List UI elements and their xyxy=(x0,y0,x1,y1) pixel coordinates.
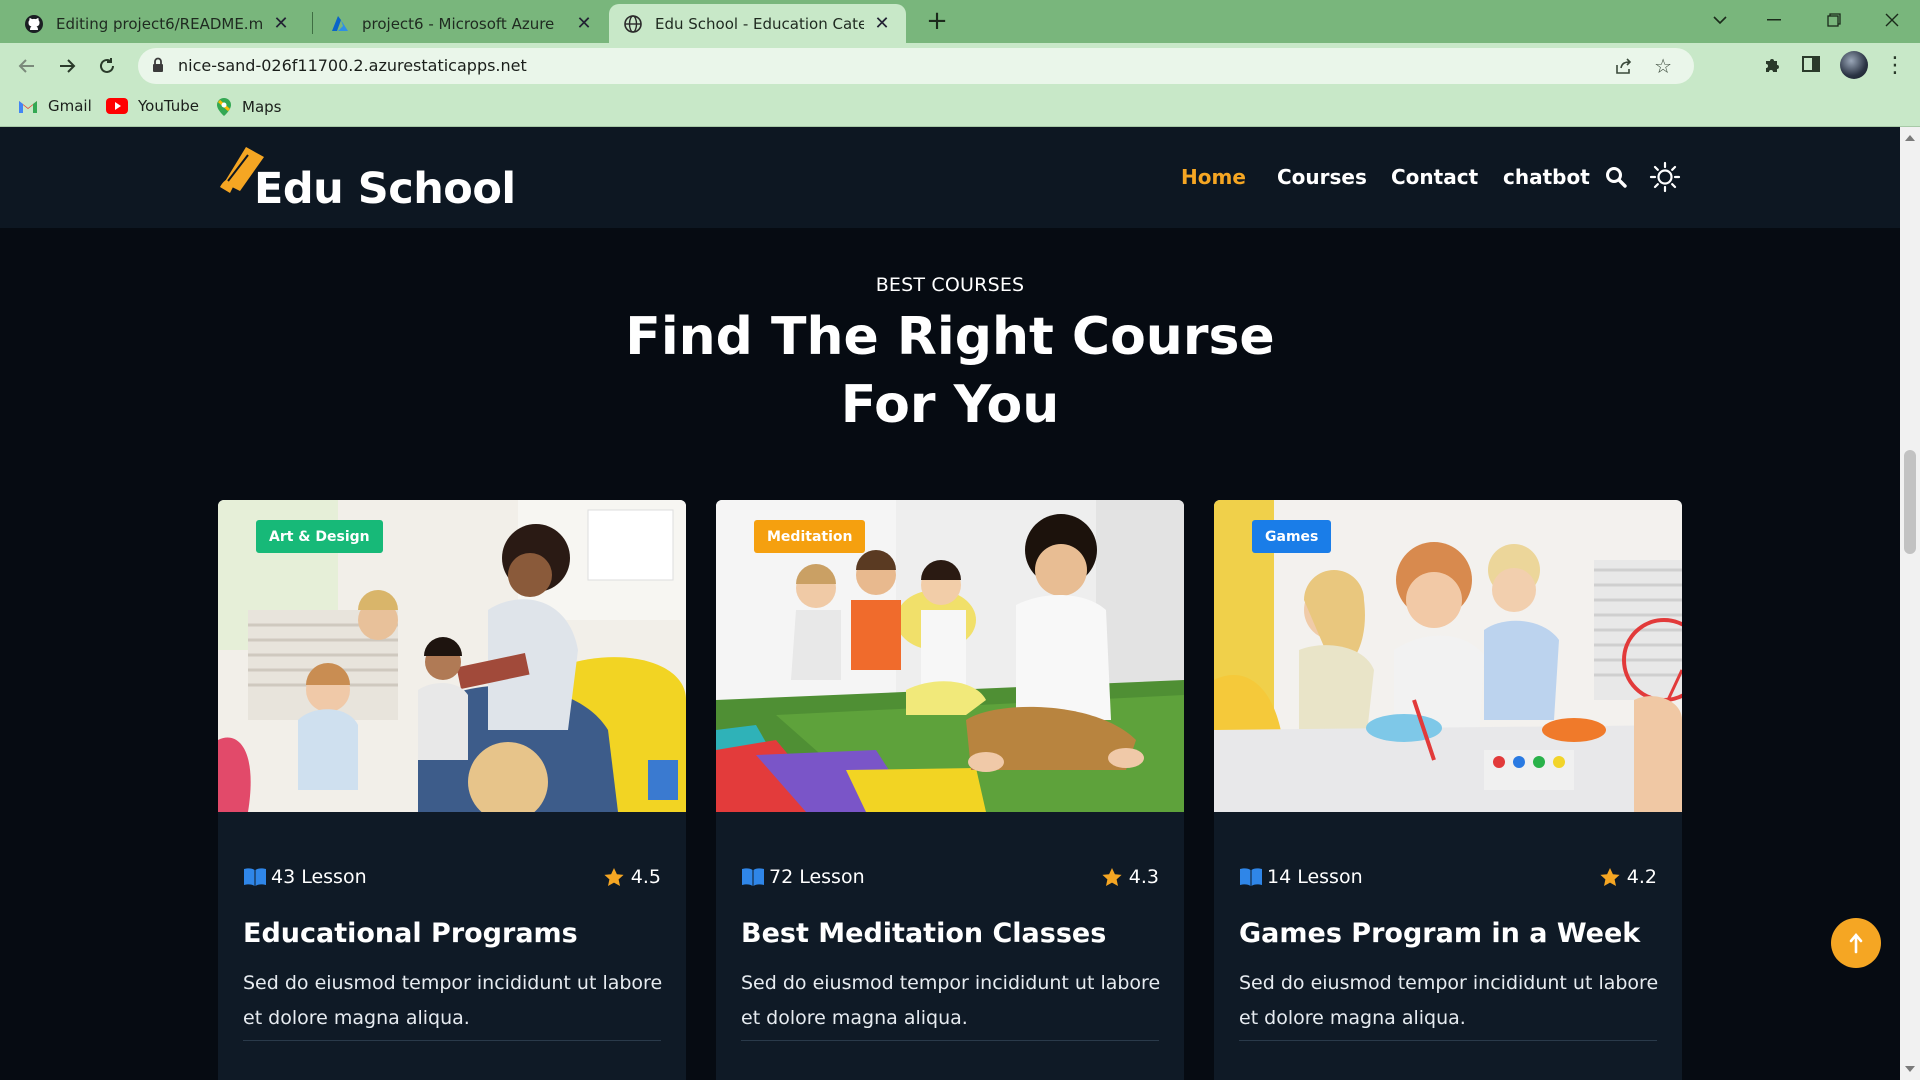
bookmark-label: Gmail xyxy=(48,97,92,115)
azure-icon xyxy=(330,14,350,34)
course-description: Sed do eiusmod tempor incididunt ut labo… xyxy=(243,972,663,1029)
browser-toolbar: nice-sand-026f11700.2.azurestaticapps.ne… xyxy=(0,43,1920,89)
nav-contact[interactable]: Contact xyxy=(1391,165,1478,189)
search-icon[interactable] xyxy=(1605,166,1627,192)
lock-icon[interactable] xyxy=(152,57,164,77)
bookmark-label: YouTube xyxy=(138,97,199,115)
browser-tab-github[interactable]: Editing project6/README.md at m ✕ xyxy=(10,4,305,43)
bookmarks-bar: Gmail YouTube Maps xyxy=(0,89,1920,127)
browser-tab-azure[interactable]: project6 - Microsoft Azure ✕ xyxy=(316,4,608,43)
course-description: Sed do eiusmod tempor incididunt ut labo… xyxy=(1239,972,1659,1029)
back-icon[interactable] xyxy=(12,51,42,81)
side-panel-icon[interactable] xyxy=(1802,55,1820,77)
site-logo[interactable]: Edu School xyxy=(218,135,516,225)
close-icon[interactable]: ✕ xyxy=(872,13,892,34)
card-divider xyxy=(243,1040,661,1041)
minimize-icon[interactable] xyxy=(1746,0,1802,40)
maps-icon xyxy=(216,97,232,117)
arrow-up-icon xyxy=(1848,932,1864,954)
card-divider xyxy=(1239,1040,1657,1041)
star-icon xyxy=(603,867,625,888)
logo-text: Edu School xyxy=(254,164,516,214)
category-badge[interactable]: Games xyxy=(1252,520,1332,553)
close-icon[interactable]: ✕ xyxy=(271,13,291,34)
scroll-down-icon[interactable] xyxy=(1905,1066,1915,1072)
star-icon xyxy=(1101,867,1123,888)
course-card[interactable]: Art & Design 43 Lesson 4.5 Educational P… xyxy=(218,500,686,1080)
course-meta: 72 Lesson 4.3 xyxy=(741,862,1159,892)
url-text[interactable]: nice-sand-026f11700.2.azurestaticapps.ne… xyxy=(178,56,527,75)
address-bar[interactable]: nice-sand-026f11700.2.azurestaticapps.ne… xyxy=(138,48,1694,84)
course-image-kids-painting[interactable]: Games xyxy=(1214,500,1682,812)
book-icon xyxy=(741,867,765,887)
extensions-icon[interactable] xyxy=(1762,55,1782,79)
scrollbar-thumb[interactable] xyxy=(1904,450,1916,554)
course-title[interactable]: Educational Programs xyxy=(243,918,578,949)
headline-line-1: Find The Right Course xyxy=(625,307,1275,367)
course-meta: 43 Lesson 4.5 xyxy=(243,862,661,892)
course-rating: 4.3 xyxy=(1128,866,1159,888)
bookmark-gmail[interactable]: Gmail xyxy=(18,97,92,115)
new-tab-button[interactable]: + xyxy=(922,6,952,36)
gmail-icon xyxy=(18,99,38,114)
category-badge[interactable]: Art & Design xyxy=(256,520,383,553)
scroll-up-icon[interactable] xyxy=(1905,135,1915,141)
profile-avatar[interactable] xyxy=(1840,51,1868,79)
browser-tab-eduschool[interactable]: Edu School - Education Category ✕ xyxy=(609,4,906,43)
github-icon xyxy=(24,14,44,34)
bookmark-label: Maps xyxy=(242,98,282,116)
youtube-icon xyxy=(106,98,128,114)
tab-title: Editing project6/README.md at m xyxy=(56,14,263,33)
nav-home[interactable]: Home xyxy=(1181,165,1246,189)
course-rating: 4.5 xyxy=(630,866,661,888)
course-image-kids-meditating[interactable]: Meditation xyxy=(716,500,1184,812)
page-scrollbar[interactable] xyxy=(1900,127,1920,1080)
star-icon xyxy=(1599,867,1621,888)
book-icon xyxy=(1239,867,1263,887)
course-title[interactable]: Best Meditation Classes xyxy=(741,918,1106,949)
course-rating: 4.2 xyxy=(1626,866,1657,888)
page-viewport: Edu School Home Courses Contact chatbot … xyxy=(0,127,1900,1080)
book-icon xyxy=(243,867,267,887)
tab-title: Edu School - Education Category xyxy=(655,14,864,33)
section-headline: Find The Right Course For You xyxy=(0,303,1900,439)
theme-toggle-sun-icon[interactable] xyxy=(1649,161,1681,197)
card-divider xyxy=(741,1040,1159,1041)
browser-menu-icon[interactable]: ⋮ xyxy=(1884,51,1906,81)
scroll-to-top-button[interactable] xyxy=(1831,918,1881,968)
course-description: Sed do eiusmod tempor incididunt ut labo… xyxy=(741,972,1161,1029)
bookmark-maps[interactable]: Maps xyxy=(216,97,281,117)
section-eyebrow: BEST COURSES xyxy=(875,274,1025,296)
lesson-count: 43 Lesson xyxy=(271,866,367,888)
close-icon[interactable]: ✕ xyxy=(574,13,594,34)
course-title[interactable]: Games Program in a Week xyxy=(1239,918,1640,949)
tab-search-icon[interactable] xyxy=(1692,0,1748,40)
lesson-count: 72 Lesson xyxy=(769,866,865,888)
nav-courses[interactable]: Courses xyxy=(1277,165,1367,189)
bookmark-star-icon[interactable]: ☆ xyxy=(1654,54,1672,78)
tab-title: project6 - Microsoft Azure xyxy=(362,14,555,33)
restore-icon[interactable] xyxy=(1806,0,1862,40)
course-meta: 14 Lesson 4.2 xyxy=(1239,862,1657,892)
browser-tab-strip: Editing project6/README.md at m ✕ projec… xyxy=(0,0,1920,43)
forward-icon[interactable] xyxy=(52,51,82,81)
site-header: Edu School Home Courses Contact chatbot xyxy=(0,127,1900,228)
globe-icon xyxy=(623,14,643,34)
bookmark-youtube[interactable]: YouTube xyxy=(106,97,199,115)
share-icon[interactable] xyxy=(1614,56,1634,80)
course-card[interactable]: Meditation 72 Lesson 4.3 Best Meditation… xyxy=(716,500,1184,1080)
category-badge[interactable]: Meditation xyxy=(754,520,866,553)
nav-chatbot[interactable]: chatbot xyxy=(1503,165,1590,189)
close-window-icon[interactable] xyxy=(1864,0,1920,40)
lesson-count: 14 Lesson xyxy=(1267,866,1363,888)
headline-line-2: For You xyxy=(840,375,1060,435)
course-image-classroom-reading[interactable]: Art & Design xyxy=(218,500,686,812)
reload-icon[interactable] xyxy=(92,51,122,81)
course-card[interactable]: Games 14 Lesson 4.2 Games Program in a W… xyxy=(1214,500,1682,1080)
